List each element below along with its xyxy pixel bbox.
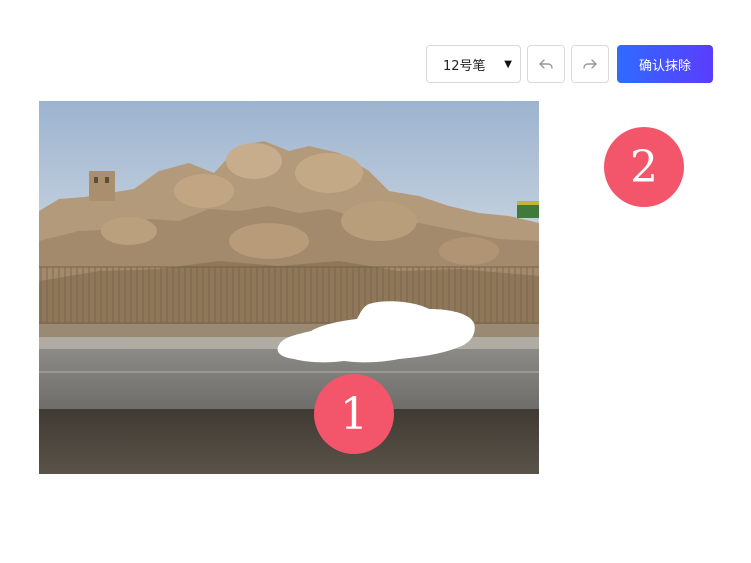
photo-image: [39, 101, 539, 474]
step-badge-2: 2: [604, 127, 684, 207]
redo-icon: [583, 59, 597, 69]
step-badge-1: 1: [314, 374, 394, 454]
undo-button[interactable]: [527, 45, 565, 83]
redo-button[interactable]: [571, 45, 609, 83]
pen-size-select[interactable]: 12号笔 ▼: [426, 45, 521, 83]
pen-size-value: 12号笔: [443, 58, 486, 74]
confirm-erase-button[interactable]: 确认抹除: [617, 45, 713, 83]
toolbar: 12号笔 ▼ 确认抹除: [426, 45, 713, 83]
edit-canvas[interactable]: [39, 101, 539, 474]
chevron-down-icon: ▼: [504, 58, 512, 70]
undo-icon: [539, 59, 553, 69]
